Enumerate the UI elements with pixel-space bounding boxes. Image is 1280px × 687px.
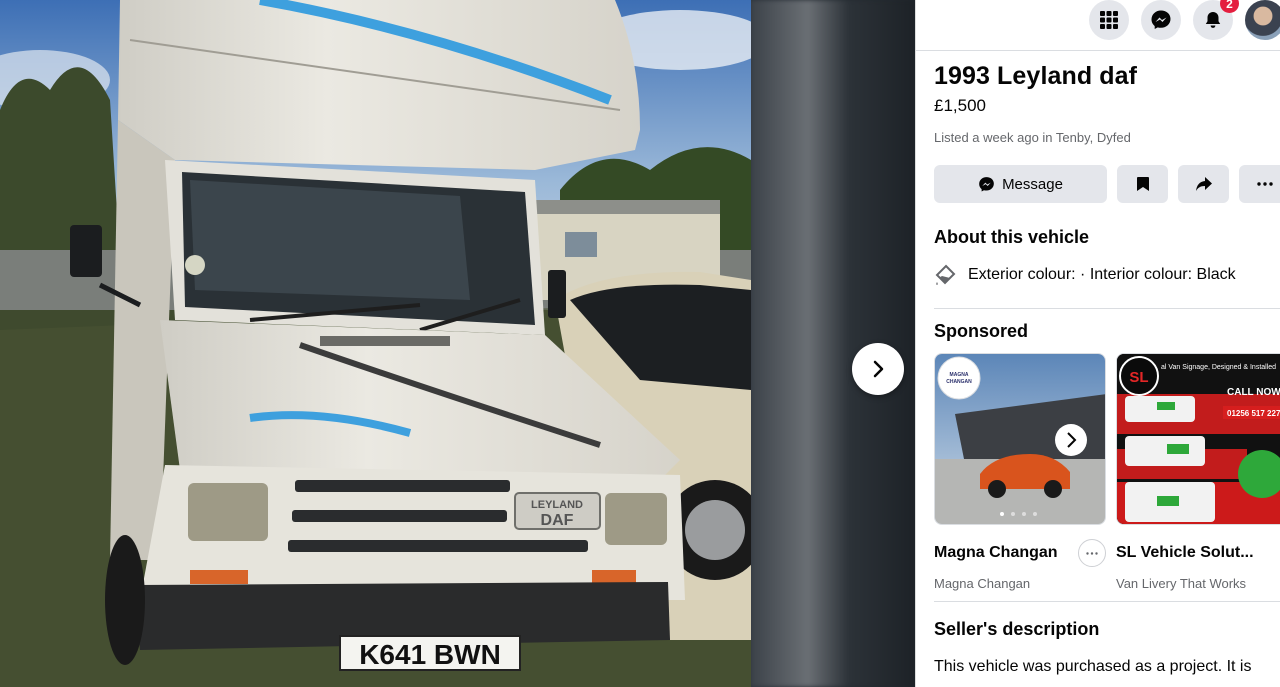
colour-row: Exterior colour: · Interior colour: Blac… xyxy=(934,264,1280,286)
listing-meta: Listed a week ago in Tenby, Dyfed xyxy=(934,130,1131,145)
save-button[interactable] xyxy=(1117,165,1168,203)
ad-name[interactable]: SL Vehicle Solut... xyxy=(1116,544,1254,562)
paint-icon xyxy=(935,264,956,285)
message-button[interactable]: Message xyxy=(934,165,1107,203)
menu-button[interactable] xyxy=(1089,0,1129,40)
next-photo-button[interactable] xyxy=(852,343,904,395)
profile-avatar[interactable] xyxy=(1245,0,1280,40)
ad-phone-text: 01256 517 227 xyxy=(1227,409,1280,418)
photo-blur-background xyxy=(750,0,915,687)
message-button-label: Message xyxy=(1002,175,1063,193)
description-text: This vehicle was purchased as a project.… xyxy=(934,658,1252,675)
notifications-button[interactable]: 2 xyxy=(1193,0,1239,40)
ad-subtitle: Van Livery That Works xyxy=(1116,576,1247,591)
listing-title: 1993 Leyland daf xyxy=(934,62,1138,90)
listing-photo: LEYLAND DAF K641 BWN xyxy=(0,0,751,687)
listing-panel: 2 1993 Leyland daf £1,500 Listed a week … xyxy=(915,0,1280,687)
grid-icon xyxy=(1100,11,1118,29)
badge-line2: DAF xyxy=(541,512,574,529)
ad-image[interactable]: SL al Van Signage, Designed & Installed … xyxy=(1116,353,1280,525)
bell-icon xyxy=(1205,12,1221,28)
messenger-button[interactable] xyxy=(1141,0,1181,40)
chevron-right-icon xyxy=(873,360,884,378)
share-button[interactable] xyxy=(1178,165,1229,203)
divider xyxy=(934,308,1280,309)
ad-cta-text: CALL NOW xyxy=(1227,387,1280,398)
ad-banner-text: al Van Signage, Designed & Installed xyxy=(1161,364,1276,371)
more-icon xyxy=(1256,182,1273,186)
svg-text:CHANGAN: CHANGAN xyxy=(946,379,972,385)
listing-price: £1,500 xyxy=(934,96,986,115)
messenger-icon xyxy=(979,176,994,191)
sponsored-ads: MAGNA CHANGAN Magna Changan Magna Changa… xyxy=(934,353,1280,591)
sponsored-ad-magna[interactable]: MAGNA CHANGAN Magna Changan Magna Changa… xyxy=(934,353,1106,591)
about-section-title: About this vehicle xyxy=(934,227,1090,247)
number-plate: K641 BWN xyxy=(359,639,501,670)
top-bar: 2 xyxy=(916,0,1280,51)
ad-more-button[interactable] xyxy=(1078,539,1106,567)
ad-name[interactable]: Magna Changan xyxy=(934,544,1058,562)
svg-text:MAGNA: MAGNA xyxy=(950,372,969,378)
photo-viewer: LEYLAND DAF K641 BWN xyxy=(0,0,915,687)
ad-logo-text: SL xyxy=(1129,369,1148,386)
messenger-icon xyxy=(1151,10,1171,29)
ad-photo-vans: SL al Van Signage, Designed & Installed … xyxy=(1117,354,1280,524)
ad-photo-car: MAGNA CHANGAN xyxy=(935,354,1105,524)
bookmark-icon xyxy=(1136,177,1149,191)
sponsored-ad-sl[interactable]: SL al Van Signage, Designed & Installed … xyxy=(1116,353,1280,591)
ad-subtitle: Magna Changan xyxy=(934,576,1031,591)
sponsored-title: Sponsored xyxy=(934,321,1029,341)
notification-badge: 2 xyxy=(1220,0,1239,13)
more-icon xyxy=(1086,551,1098,555)
description-title: Seller's description xyxy=(934,619,1100,639)
badge-line1: LEYLAND xyxy=(531,499,583,511)
more-options-button[interactable] xyxy=(1239,165,1280,203)
action-bar: Message xyxy=(934,165,1280,203)
share-icon xyxy=(1195,177,1212,191)
ad-image[interactable]: MAGNA CHANGAN xyxy=(934,353,1106,525)
divider xyxy=(934,601,1280,602)
colour-text: Exterior colour: · Interior colour: Blac… xyxy=(968,266,1236,283)
